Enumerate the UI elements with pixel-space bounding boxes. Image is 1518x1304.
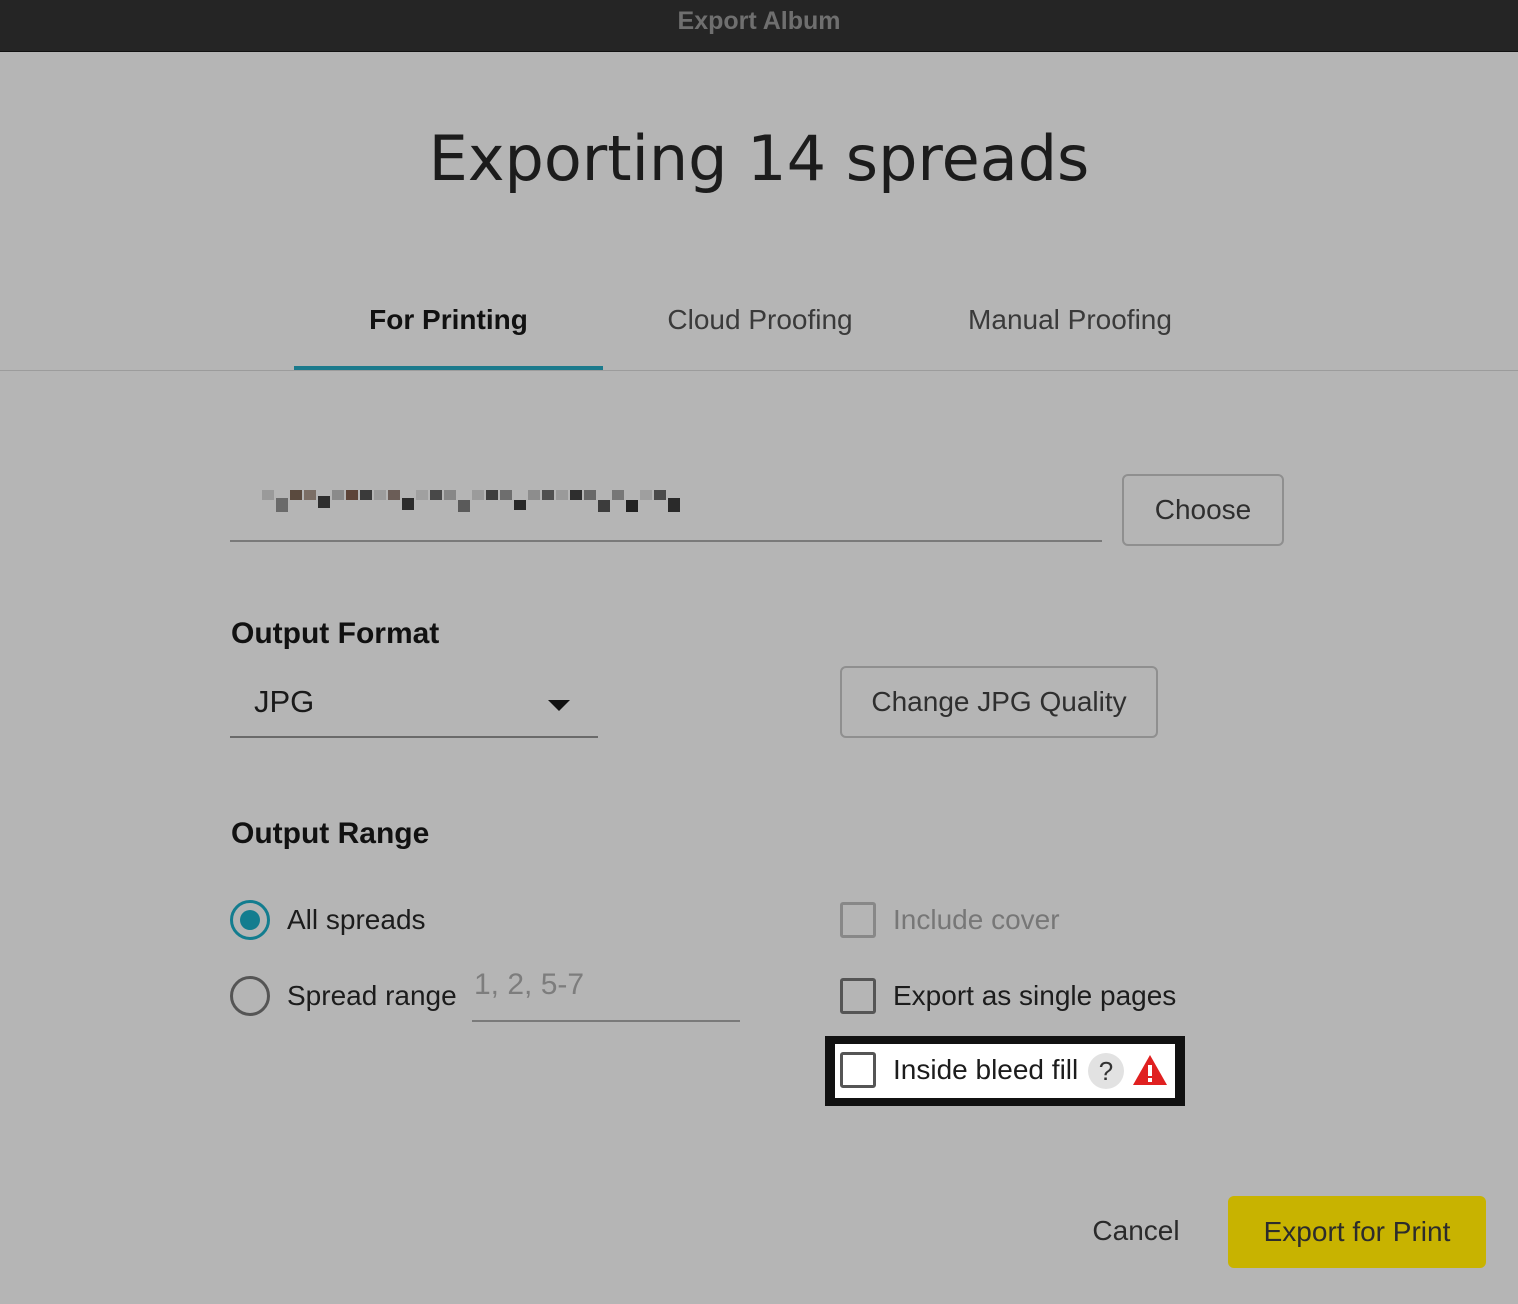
export-single-pages-label: Export as single pages [893,980,1177,1011]
tab-cloud-proofing[interactable]: Cloud Proofing [610,290,910,368]
spread-range-input[interactable]: 1, 2, 5-7 [472,960,740,1022]
tabs-divider [0,370,1518,371]
all-spreads-label: All spreads [287,904,426,935]
all-spreads-radio[interactable] [230,900,270,940]
change-jpg-quality-button[interactable]: Change JPG Quality [840,666,1158,738]
tab-manual-proofing[interactable]: Manual Proofing [920,290,1220,368]
output-format-label: Output Format [231,617,440,650]
cancel-button[interactable]: Cancel [1080,1200,1192,1262]
export-for-print-button[interactable]: Export for Print [1228,1196,1486,1268]
tab-for-printing[interactable]: For Printing [294,290,603,368]
inside-bleed-fill-label: Inside bleed fill [893,1054,1079,1085]
output-format-value: JPG [254,684,315,719]
window-title: Export Album [677,7,841,35]
window-titlebar: Export Album [0,0,1518,52]
spread-range-radio[interactable] [230,976,270,1016]
spread-range-label: Spread range [287,980,457,1011]
spread-range-placeholder: 1, 2, 5-7 [474,968,585,1001]
redacted-path-text [262,490,682,512]
tab-label: For Printing [369,304,528,335]
tab-bar: For Printing Cloud Proofing Manual Proof… [0,290,1518,372]
output-format-select[interactable]: JPG [230,670,598,738]
output-range-label: Output Range [231,817,430,850]
export-single-pages-checkbox[interactable] [840,978,876,1014]
tab-label: Manual Proofing [968,304,1172,335]
caret-down-icon [548,700,570,711]
page-title: Exporting 14 spreads [428,122,1090,195]
choose-button[interactable]: Choose [1122,474,1284,546]
destination-path-field[interactable] [230,478,1102,542]
include-cover-label: Include cover [893,904,1060,935]
tab-label: Cloud Proofing [667,304,853,335]
inside-bleed-fill-checkbox[interactable] [840,1052,876,1088]
include-cover-checkbox[interactable] [840,902,876,938]
warning-icon[interactable] [1132,1054,1168,1086]
help-icon[interactable]: ? [1088,1053,1124,1089]
